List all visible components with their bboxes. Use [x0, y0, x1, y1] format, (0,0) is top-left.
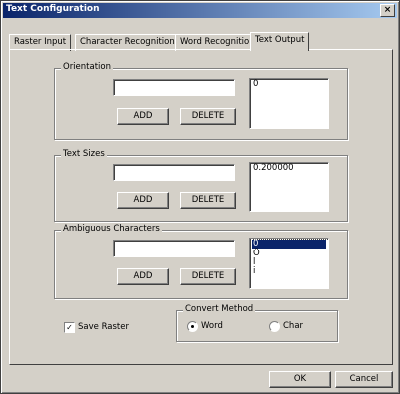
save-raster-checkbox[interactable]: ✓ [64, 322, 75, 333]
text-sizes-legend: Text Sizes [61, 149, 107, 159]
convert-word-radio[interactable] [187, 321, 198, 332]
close-button[interactable]: × [380, 4, 395, 17]
text-sizes-list[interactable]: 0.200000 [249, 162, 329, 212]
text-output-panel: Orientation ADD DELETE 0 Text Sizes ADD … [9, 49, 393, 365]
convert-method-legend: Convert Method [183, 304, 256, 314]
orientation-delete-button[interactable]: DELETE [180, 108, 236, 125]
text-sizes-group: Text Sizes ADD DELETE 0.200000 [54, 149, 348, 222]
orientation-add-button[interactable]: ADD [117, 108, 169, 125]
text-sizes-add-button[interactable]: ADD [117, 192, 169, 209]
convert-char-label: Char [283, 321, 304, 331]
tab-text-output[interactable]: Text Output [250, 32, 310, 51]
save-raster-label: Save Raster [78, 322, 129, 332]
convert-method-group: Convert Method Word Char [176, 304, 338, 342]
list-item[interactable]: i [252, 267, 326, 276]
list-item[interactable]: 0.200000 [252, 164, 326, 173]
window-title: Text Configuration [6, 4, 100, 14]
orientation-list[interactable]: 0 [249, 78, 329, 129]
close-icon: × [383, 5, 392, 15]
ambiguous-characters-list[interactable]: 0 O l i [249, 238, 329, 289]
convert-char-radio[interactable] [269, 321, 280, 332]
orientation-legend: Orientation [61, 62, 113, 72]
ok-button[interactable]: OK [269, 371, 331, 388]
list-item[interactable]: O [252, 249, 326, 258]
list-item[interactable]: 0 [251, 239, 327, 250]
list-item[interactable]: 0 [252, 80, 326, 89]
title-bar[interactable]: Text Configuration × [3, 3, 397, 18]
text-sizes-input[interactable] [113, 164, 235, 181]
ambiguous-add-button[interactable]: ADD [117, 268, 169, 285]
checkmark-icon: ✓ [66, 323, 73, 332]
convert-word-label: Word [201, 321, 223, 331]
orientation-input[interactable] [113, 79, 235, 96]
text-sizes-delete-button[interactable]: DELETE [180, 192, 236, 209]
ambiguous-characters-group: Ambiguous Characters ADD DELETE 0 O l i [54, 224, 348, 299]
orientation-group: Orientation ADD DELETE 0 [54, 62, 348, 140]
cancel-button[interactable]: Cancel [335, 371, 393, 388]
list-item[interactable]: l [252, 258, 326, 267]
ambiguous-characters-input[interactable] [113, 240, 235, 257]
ambiguous-delete-button[interactable]: DELETE [180, 268, 236, 285]
ambiguous-characters-legend: Ambiguous Characters [61, 224, 162, 234]
dialog-window: Text Configuration × Raster Input Charac… [0, 0, 400, 394]
